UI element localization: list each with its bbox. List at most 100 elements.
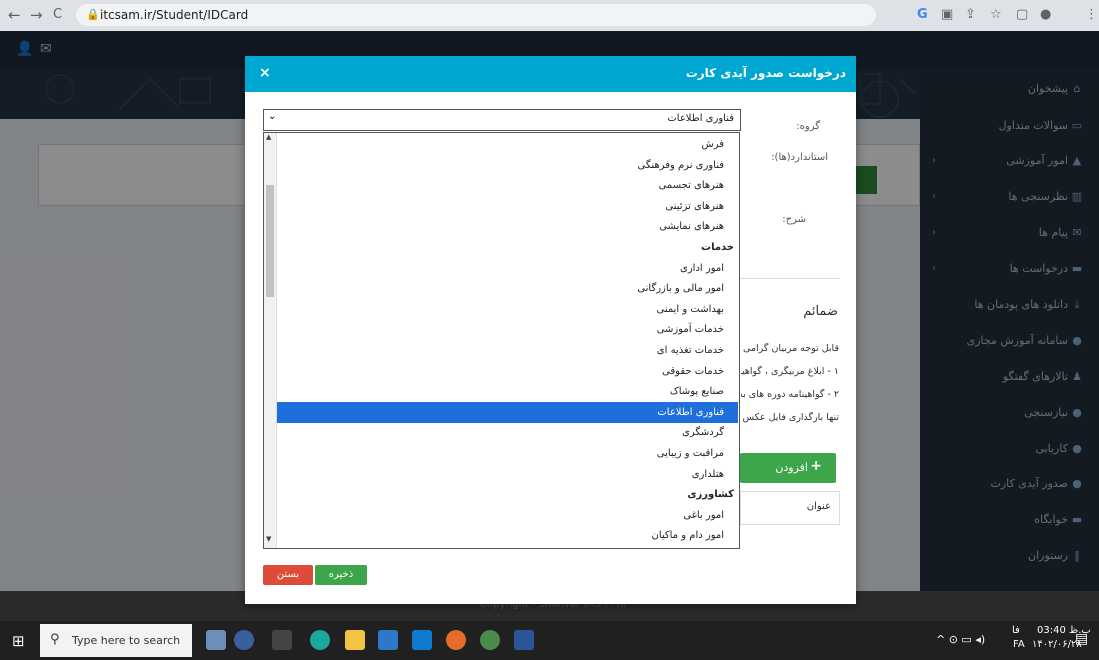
dropdown-option-label: هنرهای نمایشی	[659, 221, 724, 233]
word-icon[interactable]	[514, 630, 534, 650]
app-icon[interactable]	[234, 630, 254, 650]
dropdown-option[interactable]: امور اداری	[277, 258, 738, 279]
standard-label: استاندارد(ها):	[771, 152, 828, 163]
scroll-down-icon[interactable]: ▼	[266, 535, 271, 543]
dropdown-option-label: فرش	[701, 139, 724, 150]
dropdown-option[interactable]: بهداشت و ایمنی	[277, 299, 738, 320]
browser-toolbar: ← → C 🔒 itcsam.ir/Student/IDCard G ▣ ⇪ ☆…	[0, 0, 1099, 31]
group-dropdown-list[interactable]: ▲ ▼ فرش فناوری نرم وفرهنگی هنرهای تجسمی هنر…	[263, 132, 740, 549]
modal-title: درخواست صدور آیدی کارت	[685, 66, 846, 80]
dropdown-option-label: کشاورزی	[687, 489, 734, 501]
dropdown-option-label: گردشگری	[682, 427, 724, 439]
star-icon[interactable]: ☆	[990, 7, 1002, 22]
mail-app-icon[interactable]	[412, 630, 432, 650]
dropdown-option[interactable]: گردشگری	[277, 422, 738, 443]
dropdown-option-label: فناوری اطلاعات	[657, 406, 724, 418]
dropdown-option[interactable]: خدمات حقوقی	[277, 361, 738, 382]
dropdown-option[interactable]: هتلداری	[277, 464, 738, 485]
search-icon: ⚲	[50, 632, 60, 647]
dropdown-option[interactable]: امور باغی	[277, 505, 738, 526]
dropdown-option-label: امور باغی	[683, 509, 724, 521]
chevron-down-icon: ⌄	[268, 111, 277, 122]
share-icon[interactable]: ⇪	[965, 7, 976, 22]
dropdown-option[interactable]: امور مالی و بازرگانی	[277, 278, 738, 299]
google-icon[interactable]: G	[917, 7, 928, 22]
group-select-value: فناوری اطلاعات	[667, 113, 734, 124]
dropdown-option-label: خدمات حقوقی	[662, 365, 724, 377]
back-button[interactable]: ←	[8, 6, 21, 24]
notice-line: قابل توجه مربیان گرامی موارد	[741, 343, 839, 354]
table-header-title: عنوان	[806, 501, 831, 512]
dropdown-option-label: امور مالی و بازرگانی	[637, 283, 724, 295]
dropdown-option[interactable]: فرش	[277, 134, 738, 155]
attachments-title: ضمائم	[803, 304, 838, 319]
dropdown-scrollbar[interactable]: ▲ ▼	[264, 133, 277, 548]
address-bar[interactable]: 🔒 itcsam.ir/Student/IDCard	[76, 4, 876, 26]
group-label: گروه:	[796, 121, 820, 132]
chrome-icon[interactable]	[480, 630, 500, 650]
dropdown-option-label: هتلداری	[691, 468, 724, 480]
windows-start-icon[interactable]: ⊞	[12, 632, 25, 650]
divider	[740, 278, 840, 279]
dropdown-option[interactable]: امور دام و ماکیان	[277, 525, 738, 546]
profile-icon[interactable]: ●	[1040, 7, 1051, 22]
dropdown-option[interactable]: هنرهای تزئینی	[277, 196, 738, 217]
tray-icons[interactable]: ^ ⊙ ▭ ◂)	[936, 633, 985, 646]
scrollbar-thumb[interactable]	[266, 185, 274, 297]
dropdown-option-label: هنرهای تزئینی	[665, 200, 724, 212]
dropdown-option-label: خدمات	[701, 242, 734, 253]
add-button-label: افزودن	[775, 461, 808, 474]
dropdown-option-label: مراقبت و زیبایی	[656, 448, 724, 459]
forward-button[interactable]: →	[30, 6, 43, 24]
modal-header: درخواست صدور آیدی کارت ×	[245, 56, 856, 92]
language-code[interactable]: FA	[1013, 639, 1025, 650]
dropdown-option[interactable]: مراقبت و زیبایی	[277, 443, 738, 464]
dropdown-option-label: امور دام و ماکیان	[651, 530, 725, 542]
dropdown-option-label: بهداشت و ایمنی	[656, 303, 725, 315]
lock-icon: 🔒	[86, 8, 100, 21]
language-indicator[interactable]: فا	[1012, 625, 1020, 636]
notice-line: تنها بارگذاری فایل عکس مجاز	[741, 412, 839, 423]
translate-icon[interactable]: ▣	[941, 7, 953, 22]
edge-icon[interactable]	[310, 630, 330, 650]
menu-icon[interactable]: ⋮	[1085, 7, 1098, 22]
dropdown-option[interactable]: خدمات آموزشی	[277, 319, 738, 340]
dropdown-option-label: هنرهای تجسمی	[658, 180, 724, 192]
notice-line: ۱ - ابلاغ مربیگری ، گواهینامه	[741, 366, 839, 377]
dropdown-option-label: فناوری نرم وفرهنگی	[637, 159, 724, 171]
file-explorer-icon[interactable]	[345, 630, 365, 650]
dropdown-option-label: خدمات آموزشی	[656, 324, 724, 336]
taskbar-search[interactable]: ⚲ Type here to search	[40, 624, 192, 657]
dropdown-option[interactable]: فناوری نرم وفرهنگی	[277, 155, 738, 176]
dropdown-group-header: کشاورزی	[277, 484, 738, 505]
dropdown-option[interactable]: فناوری اطلاعات	[277, 401, 738, 423]
dropdown-group-header: خدمات	[277, 237, 738, 258]
firefox-icon[interactable]	[446, 630, 466, 650]
close-icon[interactable]: ×	[259, 65, 271, 81]
id-card-modal: درخواست صدور آیدی کارت × گروه: استاندارد…	[245, 56, 856, 604]
description-label: شرح:	[782, 214, 806, 225]
dropdown-option[interactable]: صنایع پوشاک	[277, 381, 738, 402]
dropdown-option-label: خدمات تغذیه ای	[656, 345, 724, 356]
dropdown-option-label: امور اداری	[680, 262, 724, 274]
group-select[interactable]: فناوری اطلاعات ⌄	[263, 109, 741, 131]
search-placeholder: Type here to search	[72, 634, 181, 647]
url-text: itcsam.ir/Student/IDCard	[100, 8, 249, 22]
plus-icon: +	[810, 458, 822, 474]
notification-icon[interactable]: ▤	[1075, 631, 1088, 647]
close-button[interactable]: بستن	[263, 565, 313, 585]
task-view-icon[interactable]	[272, 630, 292, 650]
taskbar: ⊞ ⚲ Type here to search ^ ⊙ ▭ ◂) فا FA 0…	[0, 621, 1099, 660]
scroll-up-icon[interactable]: ▲	[266, 133, 271, 141]
app-icon[interactable]	[206, 630, 226, 650]
save-button[interactable]: ذخیره	[315, 565, 367, 585]
notice-line: ۲ - گواهینامه دوره های بدو	[741, 389, 839, 400]
dropdown-option-label: صنایع پوشاک	[669, 386, 724, 398]
dropdown-option[interactable]: هنرهای تجسمی	[277, 175, 738, 196]
store-icon[interactable]	[378, 630, 398, 650]
dropdown-option[interactable]: هنرهای نمایشی	[277, 216, 738, 237]
reload-button[interactable]: C	[53, 7, 62, 22]
add-button[interactable]: + افزودن	[740, 453, 836, 483]
sidebar-icon[interactable]: ▢	[1016, 7, 1028, 22]
dropdown-option[interactable]: خدمات تغذیه ای	[277, 340, 738, 361]
